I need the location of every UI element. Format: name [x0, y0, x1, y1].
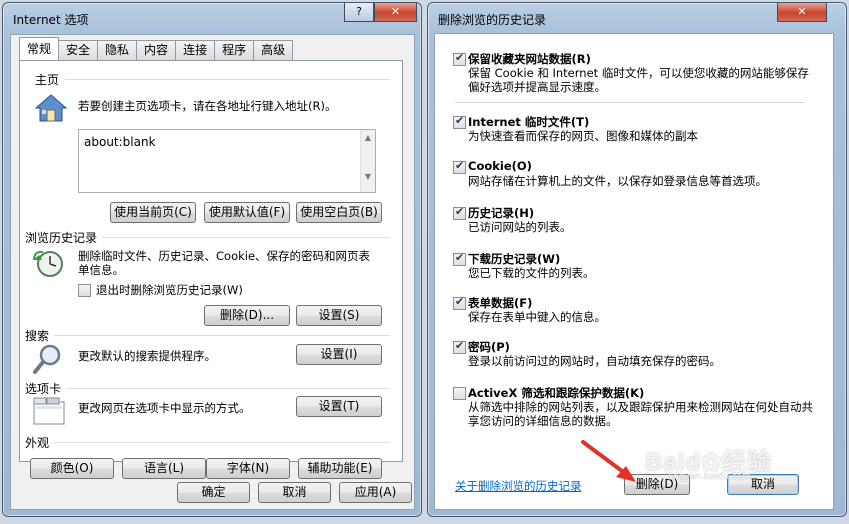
colors-button[interactable]: 颜色(O)	[30, 458, 114, 479]
divider	[66, 388, 390, 389]
search-heading: 搜索	[25, 329, 50, 343]
general-tab-pane: 主页 若要创建主页选项卡，请在各地址行键入地址(R)。 about:blank …	[19, 60, 403, 479]
option-checkbox[interactable]	[453, 51, 466, 66]
divider	[455, 102, 805, 103]
option-checkbox[interactable]	[453, 114, 466, 129]
option-title: 保留收藏夹网站数据(R)	[468, 52, 591, 66]
tab-security[interactable]: 安全	[58, 40, 99, 60]
option-description: 登录以前访问过的网站时，自动填充保存的密码。	[468, 354, 721, 368]
scroll-down-arrow-icon[interactable]: ▼	[361, 172, 375, 181]
scroll-up-arrow-icon[interactable]: ▲	[361, 133, 375, 142]
homepage-url-box[interactable]: about:blank ▲ ▼	[78, 129, 376, 193]
window-title: Internet 选项	[13, 13, 89, 27]
tab-privacy[interactable]: 隐私	[97, 40, 138, 60]
tab-programs[interactable]: 程序	[214, 40, 255, 60]
option-title: 历史记录(H)	[468, 206, 535, 220]
tab-general[interactable]: 常规	[19, 37, 60, 60]
option-description: 已访问网站的列表。	[468, 220, 572, 234]
appearance-heading: 外观	[25, 436, 50, 450]
search-settings-button[interactable]: 设置(I)	[296, 344, 382, 365]
divider	[54, 335, 390, 336]
search-description: 更改默认的搜索提供程序。	[78, 349, 216, 363]
delete-on-exit-checkbox[interactable]	[78, 284, 91, 297]
option-description: 保留 Cookie 和 Internet 临时文件，可以使您收藏的网站能够保存偏…	[468, 66, 809, 94]
option-checkbox[interactable]	[453, 159, 466, 174]
history-heading: 浏览历史记录	[25, 231, 98, 245]
tabs-heading: 选项卡	[25, 382, 62, 396]
use-blank-button[interactable]: 使用空白页(B)	[296, 202, 382, 223]
tabs-description: 更改网页在选项卡中显示的方式。	[78, 401, 251, 415]
about-delete-history-link[interactable]: 关于删除浏览的历史记录	[455, 478, 582, 494]
cancel-button[interactable]: 取消	[258, 482, 331, 503]
divider	[54, 442, 390, 443]
use-current-button[interactable]: 使用当前页(C)	[110, 202, 196, 223]
fonts-button[interactable]: 字体(N)	[206, 458, 290, 479]
close-button[interactable]: ✕	[777, 3, 827, 22]
window-title: 删除浏览的历史记录	[438, 13, 547, 27]
close-button[interactable]: ✕	[374, 3, 417, 22]
option-checkbox[interactable]	[453, 205, 466, 220]
option-checkbox[interactable]	[453, 295, 466, 310]
homepage-description: 若要创建主页选项卡，请在各地址行键入地址(R)。	[78, 99, 337, 113]
ok-button[interactable]: 确定	[177, 482, 250, 503]
option-description: 为快速查看而保存的网页、图像和媒体的副本	[468, 129, 698, 143]
homepage-url-value: about:blank	[84, 135, 156, 149]
option-description: 您已下载的文件的列表。	[468, 266, 595, 280]
option-description: 从筛选中排除的网站列表，以及跟踪保护用来检测网站在何处自动共享您访问的详细信息的…	[468, 400, 813, 428]
delete-history-button[interactable]: 删除(D)...	[204, 305, 290, 326]
option-description: 网站存储在计算机上的文件，以保存如登录信息等首选项。	[468, 174, 767, 188]
option-title: ActiveX 筛选和跟踪保护数据(K)	[468, 386, 645, 400]
option-checkbox[interactable]	[453, 251, 466, 266]
divider	[102, 237, 390, 238]
baidu-watermark-url: jingyan.baidu.com	[668, 472, 752, 482]
history-description: 删除临时文件、历史记录、Cookie、保存的密码和网页表单信息。	[78, 249, 371, 277]
languages-button[interactable]: 语言(L)	[122, 458, 206, 479]
homepage-heading: 主页	[35, 73, 60, 87]
help-button[interactable]: ?	[344, 3, 374, 22]
option-title: 下载历史记录(W)	[468, 252, 561, 266]
delete-history-window: 删除浏览的历史记录 ✕ 保留收藏夹网站数据(R)保留 Cookie 和 Inte…	[427, 2, 847, 517]
option-title: Internet 临时文件(T)	[468, 115, 590, 129]
tab-content[interactable]: 内容	[136, 40, 177, 60]
tab-connections[interactable]: 连接	[175, 40, 216, 60]
url-scrollbar[interactable]: ▲ ▼	[360, 130, 375, 192]
option-title: 密码(P)	[468, 340, 510, 354]
options-client-area: 常规 安全 隐私 内容 连接 程序 高级 主页 若要创建主页选项卡，请在各地址行…	[10, 34, 415, 510]
internet-options-window: Internet 选项 ? ✕ 常规 安全 隐私 内容 连接 程序 高级 主页 …	[2, 2, 422, 517]
option-title: 表单数据(F)	[468, 296, 533, 310]
delete-on-exit-label: 退出时删除浏览历史记录(W)	[96, 283, 243, 297]
option-checkbox[interactable]	[453, 387, 466, 400]
home-icon	[34, 94, 68, 122]
option-title: Cookie(O)	[468, 159, 532, 173]
delete-history-client-area: 保留收藏夹网站数据(R)保留 Cookie 和 Internet 临时文件，可以…	[434, 33, 834, 510]
divider	[65, 79, 390, 80]
apply-button[interactable]: 应用(A)	[339, 482, 412, 503]
tabs-icon	[33, 397, 65, 425]
tab-strip: 常规 安全 隐私 内容 连接 程序 高级	[19, 37, 294, 60]
option-description: 保存在表单中键入的信息。	[468, 310, 606, 324]
search-icon	[33, 344, 61, 374]
use-default-button[interactable]: 使用默认值(F)	[204, 202, 290, 223]
history-settings-button[interactable]: 设置(S)	[296, 305, 382, 326]
option-checkbox[interactable]	[453, 339, 466, 354]
accessibility-button[interactable]: 辅助功能(E)	[298, 458, 382, 479]
tabs-settings-button[interactable]: 设置(T)	[296, 396, 382, 417]
annotation-arrow-icon	[581, 440, 636, 482]
tab-advanced[interactable]: 高级	[253, 40, 294, 60]
history-clock-icon	[33, 250, 63, 277]
